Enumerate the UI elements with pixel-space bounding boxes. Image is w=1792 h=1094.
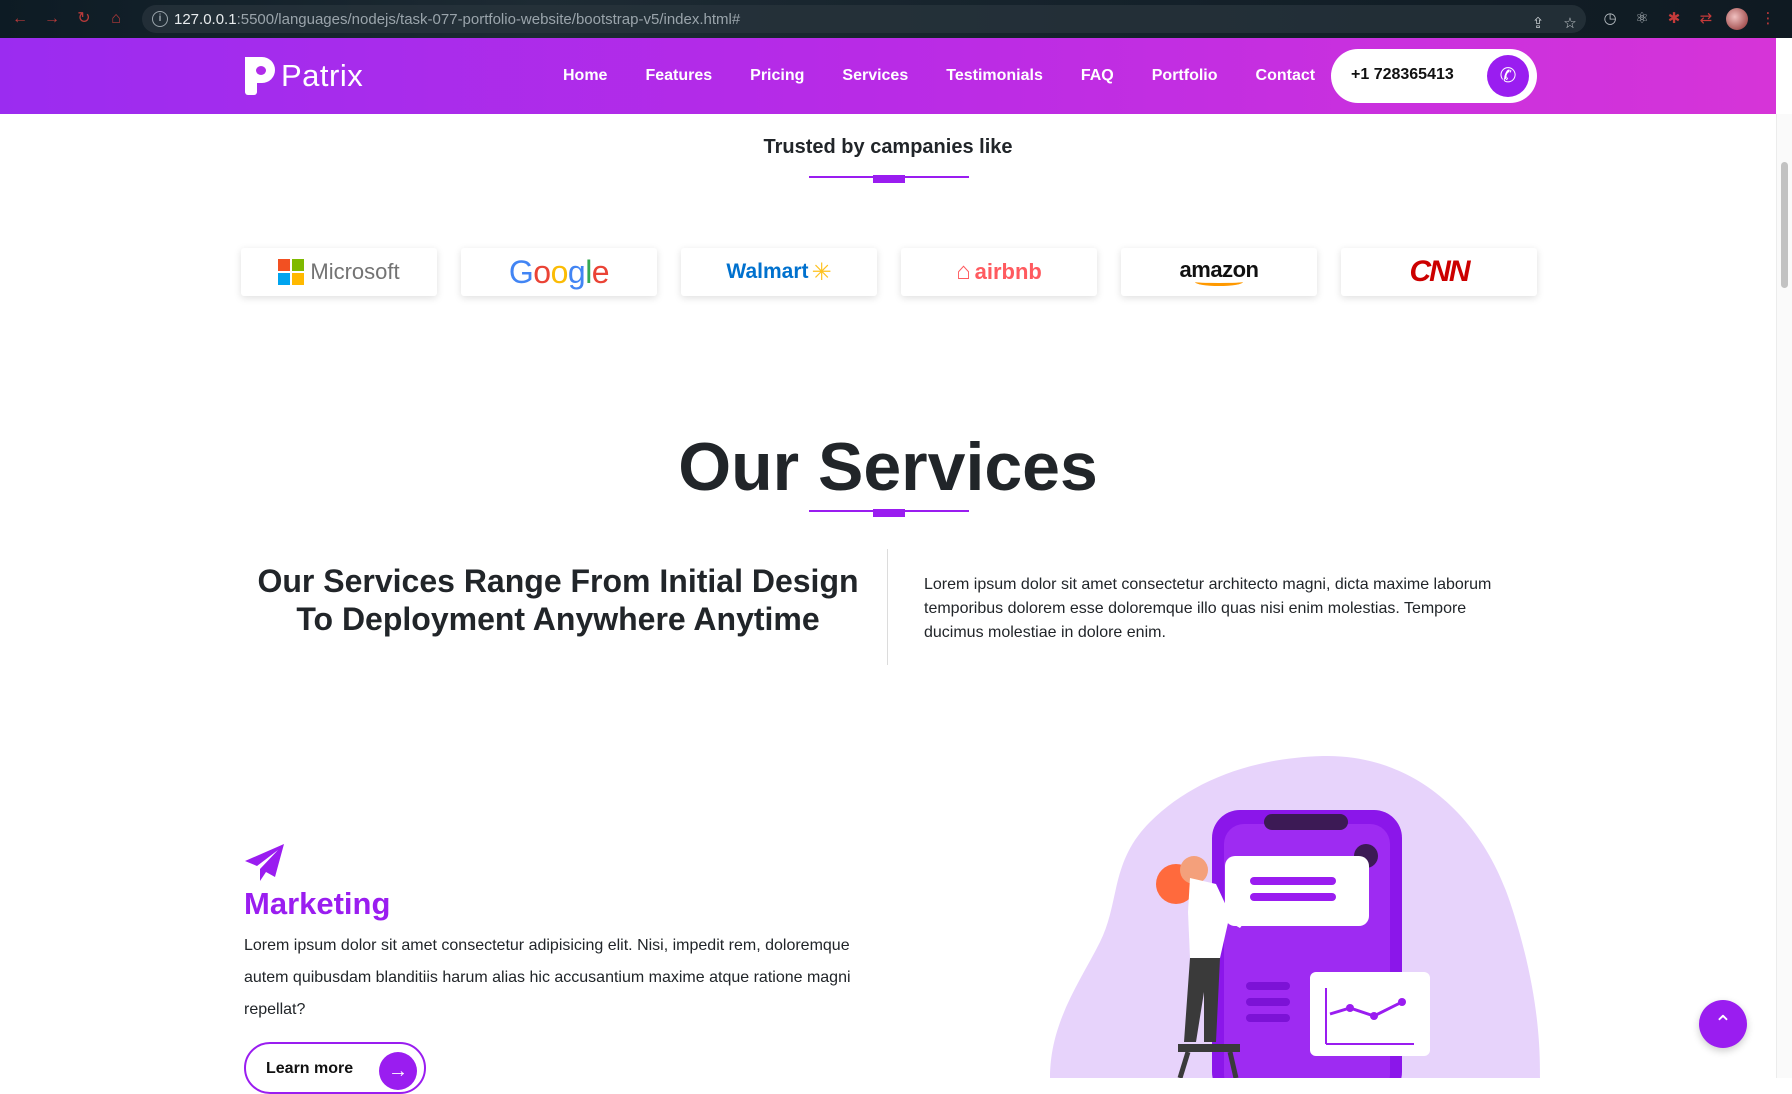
trusted-heading: Trusted by campanies like — [763, 136, 1013, 158]
site-header: Patrix Home Features Pricing Services Te… — [0, 38, 1776, 114]
logo-walmart: Walmart ✳ — [681, 248, 877, 296]
learn-more-button[interactable]: Learn more → — [244, 1042, 426, 1094]
nav-pricing[interactable]: Pricing — [750, 67, 804, 85]
brand-logo[interactable]: Patrix — [243, 55, 363, 97]
phone-button[interactable]: +1 728365413 ✆ — [1331, 49, 1537, 103]
nav-services[interactable]: Services — [842, 67, 908, 85]
logo-google: Google — [461, 248, 657, 296]
company-logos: Microsoft Google Walmart ✳ ⌂ airbnb amaz… — [241, 248, 1537, 296]
microsoft-icon — [278, 259, 305, 285]
nav-features[interactable]: Features — [645, 67, 712, 85]
logo-amazon: amazon — [1121, 248, 1317, 296]
marketing-title: Marketing — [244, 886, 391, 921]
address-bar[interactable]: i 127.0.0.1:5500/languages/nodejs/task-0… — [142, 5, 1586, 33]
services-tagline: Our Services Range From Initial Design T… — [257, 563, 859, 637]
nav-contact[interactable]: Contact — [1256, 67, 1316, 85]
logo-airbnb: ⌂ airbnb — [901, 248, 1097, 296]
forward-icon[interactable]: → — [42, 9, 62, 29]
marketing-body: Lorem ipsum dolor sit amet consectetur a… — [244, 937, 851, 1018]
back-icon[interactable]: ← — [10, 9, 30, 29]
nav-portfolio[interactable]: Portfolio — [1152, 67, 1218, 85]
scroll-to-top-button[interactable]: ⌃ — [1699, 1000, 1747, 1048]
home-icon[interactable]: ⌂ — [106, 9, 126, 29]
main-nav: Home Features Pricing Services Testimoni… — [563, 38, 1353, 114]
extension-translate-icon[interactable]: ⇄ — [1696, 9, 1716, 29]
phone-icon: ✆ — [1487, 55, 1529, 97]
browser-toolbar: ← → ↻ ⌂ i 127.0.0.1:5500/languages/nodej… — [0, 0, 1792, 38]
google-wordmark: Google — [508, 253, 610, 290]
arrow-right-icon: → — [379, 1052, 417, 1090]
logo-p-icon — [243, 55, 275, 97]
amazon-smile-icon — [1194, 278, 1243, 286]
marketing-illustration — [1050, 755, 1540, 1078]
share-icon[interactable]: ⇪ — [1528, 14, 1548, 34]
extension-alarm-icon[interactable]: ◷ — [1600, 9, 1620, 29]
services-heading: Our Services — [678, 429, 1098, 505]
phone-number: +1 728365413 — [1351, 66, 1454, 83]
trusted-underline — [809, 175, 969, 183]
menu-dots-icon[interactable]: ⋮ — [1758, 9, 1778, 29]
nav-faq[interactable]: FAQ — [1081, 67, 1114, 85]
nav-home[interactable]: Home — [563, 67, 607, 85]
paper-plane-icon — [245, 844, 284, 881]
airbnb-icon: ⌂ — [956, 258, 971, 285]
services-underline — [809, 509, 969, 517]
reload-icon[interactable]: ↻ — [74, 9, 94, 29]
logo-microsoft: Microsoft — [241, 248, 437, 296]
services-intro: Lorem ipsum dolor sit amet consectetur a… — [924, 576, 1492, 641]
url-text[interactable]: 127.0.0.1:5500/languages/nodejs/task-077… — [174, 11, 740, 28]
scrollbar-thumb[interactable] — [1781, 162, 1788, 288]
brand-name: Patrix — [281, 58, 364, 93]
nav-testimonials[interactable]: Testimonials — [946, 67, 1043, 85]
logo-cnn: CNN — [1341, 248, 1537, 296]
chevron-up-icon: ⌃ — [1713, 1011, 1733, 1036]
profile-avatar[interactable] — [1726, 8, 1748, 30]
bookmark-star-icon[interactable]: ☆ — [1560, 14, 1580, 34]
extension-puzzle-icon[interactable]: ✱ — [1664, 9, 1684, 29]
info-icon[interactable]: i — [152, 11, 168, 27]
walmart-spark-icon: ✳ — [811, 258, 832, 286]
vertical-divider — [887, 549, 888, 665]
extension-react-icon[interactable]: ⚛ — [1632, 9, 1652, 29]
